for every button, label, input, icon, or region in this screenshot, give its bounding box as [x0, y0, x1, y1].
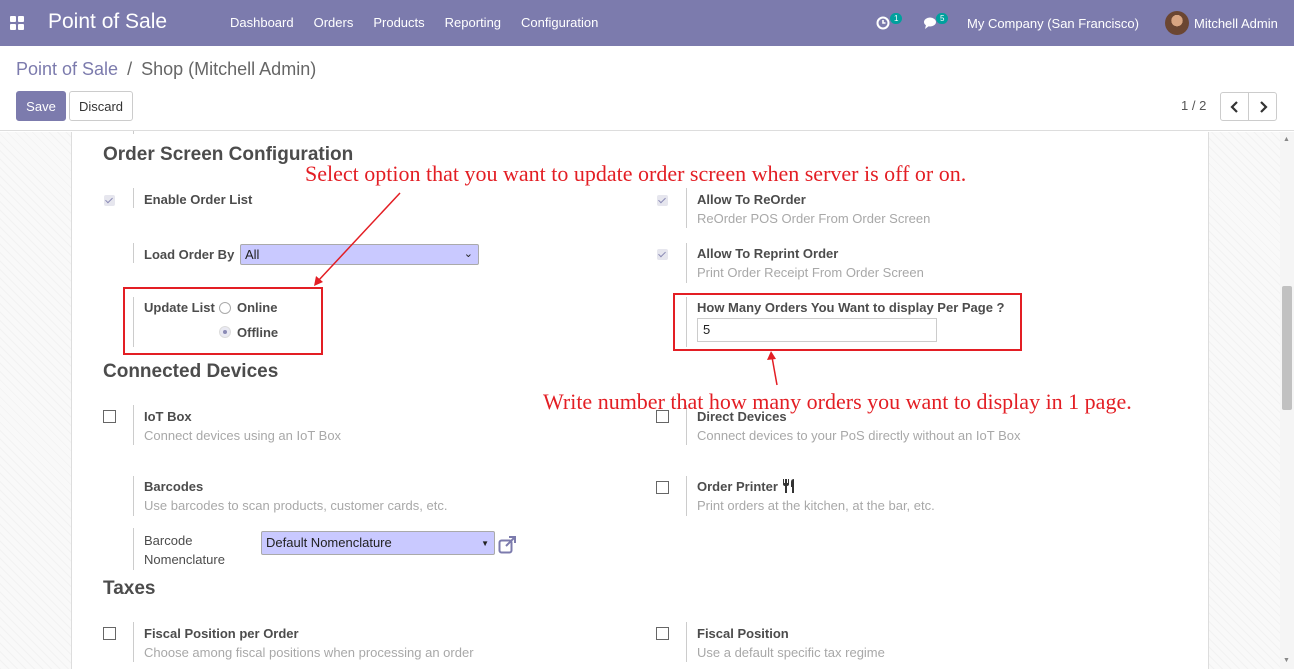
menu-reporting[interactable]: Reporting [435, 15, 511, 30]
user-name: Mitchell Admin [1194, 15, 1278, 31]
discard-button[interactable]: Discard [69, 91, 133, 121]
barcode-nomenclature-label-line2: Nomenclature [144, 552, 225, 567]
save-button[interactable]: Save [16, 91, 66, 121]
fiscal-position-per-order-label: Fiscal Position per Order [144, 626, 299, 641]
company-switcher[interactable]: My Company (San Francisco) [967, 0, 1139, 46]
divider [133, 243, 134, 263]
allow-reorder-checkbox[interactable] [657, 195, 668, 206]
scroll-up-icon[interactable]: ▲ [1283, 136, 1290, 143]
divider [686, 243, 687, 283]
clock-icon [876, 16, 890, 30]
barcodes-help: Use barcodes to scan products, customer … [144, 498, 448, 513]
fiscal-position-label: Fiscal Position [697, 626, 789, 641]
iot-box-help: Connect devices using an IoT Box [144, 428, 342, 443]
activity-button[interactable] [876, 0, 890, 46]
fiscal-position-per-order-checkbox[interactable] [103, 627, 116, 640]
enable-order-list-label: Enable Order List [144, 192, 253, 207]
user-menu[interactable]: Mitchell Admin [1165, 0, 1278, 46]
direct-devices-help: Connect devices to your PoS directly wit… [697, 428, 1021, 443]
messages-button[interactable] [923, 0, 939, 46]
chevron-left-icon [1229, 100, 1238, 113]
order-printer-help: Print orders at the kitchen, at the bar,… [697, 498, 935, 513]
barcode-nomenclature-select[interactable]: Default Nomenclature ▼ [261, 531, 495, 555]
chevron-down-icon: ⌄ [463, 248, 473, 260]
allow-reprint-label: Allow To Reprint Order [697, 246, 839, 261]
divider [133, 188, 134, 208]
breadcrumb: Point of Sale / Shop (Mitchell Admin) [16, 59, 316, 80]
pager-value[interactable]: 1 / 2 [1181, 98, 1206, 113]
annotation-box-orders-per-page [673, 293, 1022, 351]
fiscal-position-help: Use a default specific tax regime [697, 645, 885, 660]
section-title-connected-devices: Connected Devices [103, 361, 279, 382]
divider [133, 476, 134, 516]
barcode-nomenclature-label: Barcode [144, 533, 193, 548]
annotation-text-bottom: Write number that how many orders you wa… [543, 389, 1132, 414]
enable-order-list-checkbox[interactable] [104, 195, 115, 206]
divider [686, 622, 687, 662]
barcode-nomenclature-value: Default Nomenclature [266, 535, 392, 550]
load-order-by-select[interactable]: All ⌄ [240, 244, 479, 265]
order-printer-checkbox[interactable] [656, 481, 669, 494]
iot-box-checkbox[interactable] [103, 410, 116, 423]
annotation-text-top: Select option that you want to update or… [305, 161, 967, 186]
apps-menu-icon[interactable] [10, 16, 24, 30]
breadcrumb-separator: / [127, 59, 133, 79]
breadcrumb-current: Shop (Mitchell Admin) [141, 59, 317, 79]
allow-reprint-help: Print Order Receipt From Order Screen [697, 265, 924, 280]
barcodes-label: Barcodes [144, 479, 204, 494]
menu-orders[interactable]: Orders [304, 15, 364, 30]
load-order-by-value: All [245, 247, 260, 262]
caret-down-icon: ▼ [481, 539, 489, 548]
divider [133, 405, 134, 445]
menu-products[interactable]: Products [363, 15, 434, 30]
pager-next-button[interactable] [1248, 92, 1277, 121]
fiscal-position-per-order-help: Choose among fiscal positions when proce… [144, 645, 474, 660]
external-link-icon[interactable] [498, 536, 517, 554]
control-panel: Point of Sale / Shop (Mitchell Admin) Sa… [0, 46, 1294, 131]
divider [133, 528, 134, 570]
chevron-right-icon [1259, 100, 1268, 113]
annotation-box-update-list [123, 287, 323, 355]
order-printer-label: Order Printer [697, 479, 778, 494]
activity-count-badge: 1 [890, 13, 903, 24]
divider [686, 188, 687, 228]
pager-previous-button[interactable] [1220, 92, 1249, 121]
allow-reorder-label: Allow To ReOrder [697, 192, 806, 207]
scroll-down-icon[interactable]: ▼ [1283, 657, 1290, 664]
top-navbar: Point of Sale Dashboard Orders Products … [0, 0, 1294, 46]
load-order-by-label: Load Order By [144, 247, 235, 262]
scrollbar-thumb[interactable] [1282, 286, 1292, 410]
allow-reprint-checkbox[interactable] [657, 249, 668, 260]
iot-box-label: IoT Box [144, 409, 192, 424]
menu-configuration[interactable]: Configuration [511, 15, 608, 30]
divider [133, 622, 134, 662]
main-menu: Dashboard Orders Products Reporting Conf… [220, 15, 608, 30]
app-name[interactable]: Point of Sale [48, 10, 167, 34]
divider [133, 131, 134, 134]
divider [686, 476, 687, 516]
fiscal-position-checkbox[interactable] [656, 627, 669, 640]
menu-dashboard[interactable]: Dashboard [220, 15, 304, 30]
breadcrumb-parent-link[interactable]: Point of Sale [16, 59, 118, 79]
section-title-taxes: Taxes [103, 578, 156, 599]
cutlery-icon [783, 479, 794, 493]
messages-count-badge: 5 [936, 13, 949, 24]
avatar [1165, 11, 1189, 35]
allow-reorder-help: ReOrder POS Order From Order Screen [697, 211, 931, 226]
